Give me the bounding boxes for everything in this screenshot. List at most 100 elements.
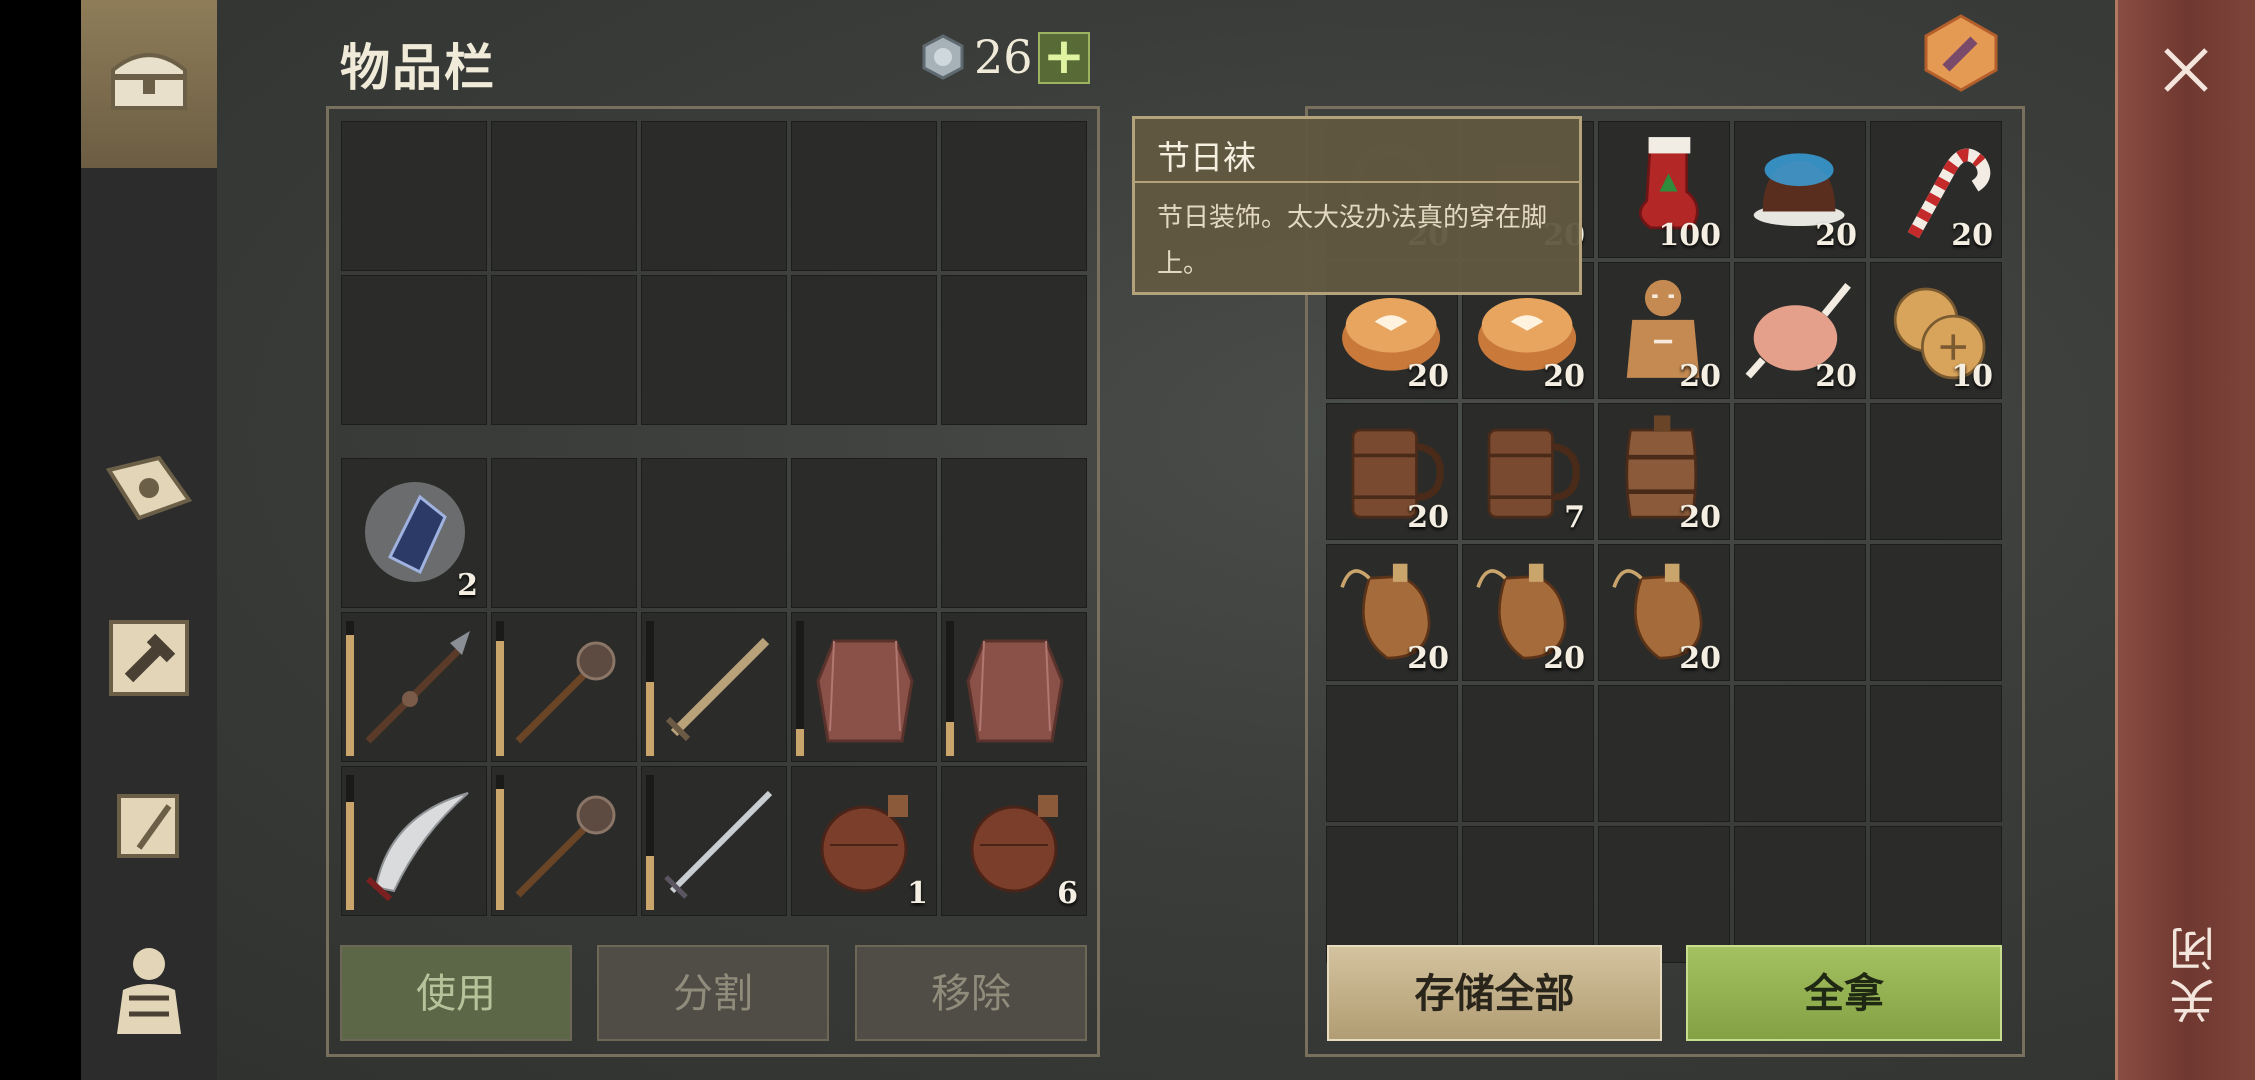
silver-coin-icon — [922, 34, 964, 80]
chest-slot[interactable] — [1870, 685, 2002, 822]
inventory-slot[interactable]: 1 — [791, 766, 937, 916]
inventory-title: 物品栏 — [340, 39, 496, 97]
nav-character-button[interactable] — [91, 930, 207, 1046]
chest-slot[interactable] — [1734, 685, 1866, 822]
item-quantity: 20 — [1815, 359, 1857, 394]
inventory-slot[interactable] — [641, 766, 787, 916]
inventory-slot[interactable] — [941, 458, 1087, 608]
chest-slot[interactable] — [1598, 826, 1730, 963]
spear-icon — [365, 631, 470, 744]
inventory-slot[interactable] — [941, 121, 1087, 271]
chest-slot[interactable] — [1326, 826, 1458, 963]
inventory-slot[interactable] — [641, 458, 787, 608]
inventory-slot[interactable] — [641, 612, 787, 762]
inventory-grid-lower: 2 1 6 — [341, 458, 1087, 916]
character-icon — [117, 948, 181, 1034]
tooltip-title: 节日袜 — [1157, 138, 1256, 177]
chest-slot[interactable] — [1870, 826, 2002, 963]
chest-slot[interactable] — [1734, 826, 1866, 963]
inventory-slot[interactable] — [941, 275, 1087, 425]
use-button[interactable]: 使用 — [340, 945, 572, 1041]
item-quantity: 20 — [1543, 641, 1585, 676]
chest-slot[interactable]: 100 — [1598, 121, 1730, 258]
chest-slot[interactable] — [1870, 403, 2002, 540]
inventory-slot[interactable] — [491, 121, 637, 271]
chest-slot[interactable]: 20 — [1326, 403, 1458, 540]
inventory-slot[interactable] — [491, 458, 637, 608]
item-tooltip: 节日袜 节日装饰。太大没办法真的穿在脚上。 — [1132, 116, 1582, 295]
chest-slot[interactable]: 10 — [1870, 262, 2002, 399]
sort-brush-icon[interactable] — [1920, 12, 2002, 94]
chainmail-icon — [816, 639, 914, 743]
inventory-slot[interactable] — [341, 766, 487, 916]
close-label[interactable]: 关闭 — [2162, 920, 2228, 1024]
item-quantity: 2 — [457, 568, 478, 603]
hammer-map-icon — [109, 620, 189, 696]
close-icon[interactable] — [2160, 44, 2212, 96]
nav-journal-button[interactable] — [91, 432, 207, 548]
mace-icon — [515, 641, 616, 744]
item-quantity: 20 — [1679, 641, 1721, 676]
inventory-slot[interactable] — [941, 612, 1087, 762]
chest-slot[interactable]: 20 — [1326, 544, 1458, 681]
chest-slot[interactable] — [1462, 826, 1594, 963]
chainmail-icon — [966, 639, 1064, 743]
coin-count: 26 — [974, 30, 1033, 84]
inventory-slot[interactable] — [641, 121, 787, 271]
durability-bar — [646, 775, 654, 910]
chest-slot[interactable] — [1462, 685, 1594, 822]
chest-slot[interactable] — [1598, 685, 1730, 822]
item-quantity: 10 — [1951, 359, 1993, 394]
take-all-button[interactable]: 全拿 — [1686, 945, 2002, 1041]
inventory-slot[interactable]: 2 — [341, 458, 487, 608]
chest-slot[interactable]: 7 — [1462, 403, 1594, 540]
inventory-slot[interactable] — [791, 612, 937, 762]
item-quantity: 20 — [1407, 641, 1449, 676]
remove-button[interactable]: 移除 — [855, 945, 1087, 1041]
nav-quests-button[interactable] — [91, 768, 207, 884]
store-all-button[interactable]: 存储全部 — [1327, 945, 1662, 1041]
chest-slot[interactable] — [1734, 544, 1866, 681]
chest-slot[interactable] — [1870, 544, 2002, 681]
chest-slot[interactable] — [1734, 403, 1866, 540]
inventory-slot[interactable]: 6 — [941, 766, 1087, 916]
split-button[interactable]: 分割 — [597, 945, 829, 1041]
durability-bar — [346, 621, 354, 756]
inventory-slot[interactable] — [791, 275, 937, 425]
chest-slot[interactable]: 20 — [1598, 262, 1730, 399]
chest-slot[interactable]: 20 — [1870, 121, 2002, 258]
item-quantity: 20 — [1543, 359, 1585, 394]
inventory-slot[interactable] — [791, 458, 937, 608]
tooltip-divider — [1135, 181, 1579, 183]
inventory-slot[interactable] — [341, 275, 487, 425]
item-quantity: 20 — [1815, 218, 1857, 253]
inventory-slot[interactable] — [641, 275, 787, 425]
item-quantity: 20 — [1679, 500, 1721, 535]
nav-inventory-button[interactable] — [91, 22, 207, 138]
nav-craft-button[interactable] — [91, 600, 207, 716]
durability-bar — [946, 621, 954, 756]
add-coins-button[interactable]: + — [1038, 31, 1090, 84]
chest-slot[interactable]: 20 — [1734, 262, 1866, 399]
item-quantity: 1 — [907, 876, 928, 911]
inventory-slot[interactable] — [341, 612, 487, 762]
sun-book-icon — [105, 455, 193, 521]
inventory-slot[interactable] — [491, 275, 637, 425]
close-strip[interactable] — [2115, 0, 2255, 1080]
item-quantity: 20 — [1407, 500, 1449, 535]
inventory-slot[interactable] — [491, 766, 637, 916]
chest-slot[interactable]: 20 — [1598, 544, 1730, 681]
sword-icon — [665, 637, 770, 742]
inventory-slot[interactable] — [791, 121, 937, 271]
chest-slot[interactable] — [1326, 685, 1458, 822]
chest-slot[interactable]: 20 — [1598, 403, 1730, 540]
durability-bar — [496, 775, 504, 910]
chest-slot[interactable]: 20 — [1734, 121, 1866, 258]
item-quantity: 100 — [1658, 218, 1721, 253]
durability-bar — [796, 621, 804, 756]
inventory-slot[interactable] — [491, 612, 637, 762]
chest-slot[interactable]: 20 — [1462, 544, 1594, 681]
tooltip-description: 节日装饰。太大没办法真的穿在脚上。 — [1157, 203, 1548, 279]
inventory-slot[interactable] — [341, 121, 487, 271]
scimitar-icon — [365, 792, 469, 902]
